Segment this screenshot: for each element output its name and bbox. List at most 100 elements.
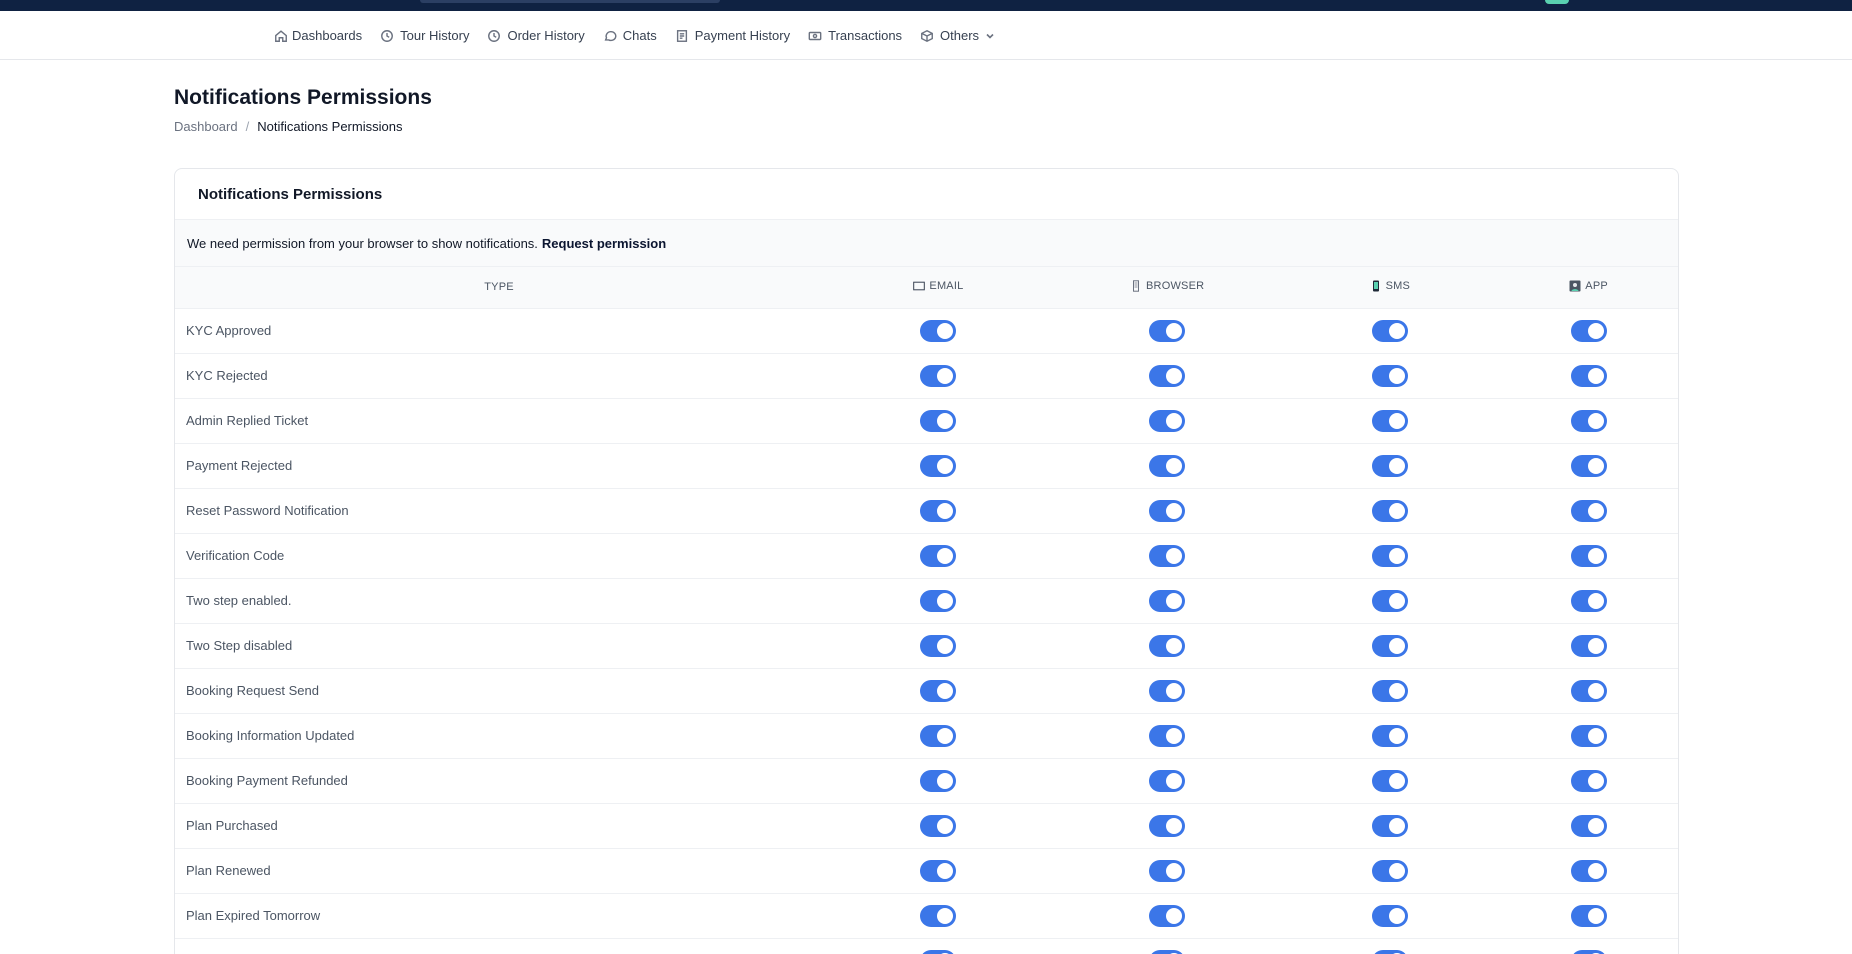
- app-toggle-switch[interactable]: [1570, 679, 1607, 702]
- browser-toggle-switch[interactable]: [1149, 634, 1186, 657]
- email-toggle-switch[interactable]: [920, 499, 957, 522]
- email-toggle-switch[interactable]: [920, 454, 957, 477]
- browser-toggle-switch[interactable]: [1149, 949, 1186, 954]
- email-toggle-switch[interactable]: [920, 904, 957, 927]
- email-toggle-switch[interactable]: [920, 319, 957, 342]
- browser-toggle-switch[interactable]: [1149, 724, 1186, 747]
- email-toggle-switch[interactable]: [920, 724, 957, 747]
- sms-toggle-switch[interactable]: [1371, 769, 1408, 792]
- table-row: Plan Expired: [175, 938, 1678, 954]
- email-toggle-switch[interactable]: [920, 769, 957, 792]
- nav-item-dashboards[interactable]: Dashboards: [274, 28, 362, 43]
- sms-toggle-switch[interactable]: [1371, 319, 1408, 342]
- email-toggle-switch[interactable]: [920, 634, 957, 657]
- sms-toggle-switch[interactable]: [1371, 949, 1408, 954]
- app-toggle-switch[interactable]: [1570, 364, 1607, 387]
- browser-cell: [1054, 353, 1281, 398]
- sms-toggle-switch[interactable]: [1371, 814, 1408, 837]
- sms-toggle-switch[interactable]: [1371, 859, 1408, 882]
- app-toggle-switch[interactable]: [1570, 454, 1607, 477]
- request-permission-link[interactable]: Request permission: [542, 236, 666, 251]
- app-toggle-switch[interactable]: [1570, 409, 1607, 432]
- browser-toggle-switch[interactable]: [1149, 769, 1186, 792]
- email-cell: [823, 353, 1054, 398]
- browser-toggle-switch[interactable]: [1149, 859, 1186, 882]
- nav-list: Dashboards Tour History Order History Ch…: [274, 11, 1013, 60]
- email-toggle-switch[interactable]: [920, 544, 957, 567]
- email-cell: [823, 803, 1054, 848]
- card-header: Notifications Permissions: [175, 169, 1678, 220]
- app-toggle-switch[interactable]: [1570, 904, 1607, 927]
- table-row: Booking Information Updated: [175, 713, 1678, 758]
- app-toggle-switch[interactable]: [1570, 589, 1607, 612]
- table-row: KYC Approved: [175, 308, 1678, 353]
- sms-toggle-switch[interactable]: [1371, 724, 1408, 747]
- table-row: KYC Rejected: [175, 353, 1678, 398]
- browser-cell: [1054, 578, 1281, 623]
- breadcrumb-dashboard-link[interactable]: Dashboard: [174, 119, 238, 134]
- nav-item-label: Payment History: [694, 28, 791, 43]
- nav-item-payment-history[interactable]: Payment History: [675, 28, 790, 43]
- email-toggle-switch[interactable]: [920, 814, 957, 837]
- nav-item-label: Chats: [622, 28, 657, 43]
- notification-type-label: Two Step disabled: [186, 638, 293, 653]
- browser-cell: [1054, 758, 1281, 803]
- app-cell: [1499, 803, 1678, 848]
- browser-toggle-switch[interactable]: [1149, 364, 1186, 387]
- browser-toggle-switch[interactable]: [1149, 904, 1186, 927]
- email-toggle-switch[interactable]: [920, 679, 957, 702]
- app-toggle-switch[interactable]: [1570, 814, 1607, 837]
- sms-toggle-switch[interactable]: [1371, 454, 1408, 477]
- browser-toggle-switch[interactable]: [1149, 454, 1186, 477]
- sms-toggle-switch[interactable]: [1371, 409, 1408, 432]
- browser-toggle-switch[interactable]: [1149, 409, 1186, 432]
- table-body: KYC Approved KYC Rejected Admin Replied Ti…: [175, 308, 1678, 954]
- app-toggle-switch[interactable]: [1570, 319, 1607, 342]
- mobile-phone-icon: [1372, 280, 1379, 292]
- search-bar-edge[interactable]: [420, 0, 720, 3]
- envelope-icon: [913, 281, 926, 291]
- app-toggle-switch[interactable]: [1570, 724, 1607, 747]
- sms-toggle-switch[interactable]: [1371, 499, 1408, 522]
- sms-toggle-switch[interactable]: [1371, 904, 1408, 927]
- app-cell: [1499, 758, 1678, 803]
- email-toggle-switch[interactable]: [920, 949, 957, 954]
- sms-toggle-switch[interactable]: [1371, 544, 1408, 567]
- sms-toggle-switch[interactable]: [1371, 634, 1408, 657]
- browser-toggle-switch[interactable]: [1149, 544, 1186, 567]
- app-toggle-switch[interactable]: [1570, 859, 1607, 882]
- avatar[interactable]: [1545, 0, 1569, 4]
- email-toggle-switch[interactable]: [920, 859, 957, 882]
- app-toggle-switch[interactable]: [1570, 499, 1607, 522]
- nav-item-others[interactable]: Others: [920, 28, 995, 43]
- browser-toggle-switch[interactable]: [1149, 499, 1186, 522]
- nav-item-transactions[interactable]: Transactions: [808, 28, 902, 43]
- table-row: Plan Expired Tomorrow: [175, 893, 1678, 938]
- nav-item-tour-history[interactable]: Tour History: [380, 28, 469, 43]
- email-toggle-switch[interactable]: [920, 589, 957, 612]
- sms-toggle-switch[interactable]: [1371, 679, 1408, 702]
- notifications-table: TYPE EMAIL BROWSER SMS APP KYC Approved K…: [175, 267, 1678, 954]
- browser-cell: [1054, 713, 1281, 758]
- browser-toggle-switch[interactable]: [1149, 814, 1186, 837]
- app-cell: [1499, 713, 1678, 758]
- sms-toggle-switch[interactable]: [1371, 589, 1408, 612]
- nav-item-chats[interactable]: Chats: [603, 28, 657, 43]
- notification-type-label: Two step enabled.: [186, 593, 292, 608]
- browser-cell: [1054, 308, 1281, 353]
- browser-toggle-switch[interactable]: [1149, 679, 1186, 702]
- email-cell: [823, 443, 1054, 488]
- notification-type-label: Plan Expired Tomorrow: [186, 908, 321, 923]
- chevron-down-icon: [986, 33, 994, 39]
- sms-toggle-switch[interactable]: [1371, 364, 1408, 387]
- browser-toggle-switch[interactable]: [1149, 589, 1186, 612]
- email-toggle-switch[interactable]: [920, 364, 957, 387]
- browser-toggle-switch[interactable]: [1149, 319, 1186, 342]
- app-toggle-switch[interactable]: [1570, 634, 1607, 657]
- sms-cell: [1281, 758, 1500, 803]
- app-toggle-switch[interactable]: [1570, 769, 1607, 792]
- app-toggle-switch[interactable]: [1570, 949, 1607, 954]
- email-toggle-switch[interactable]: [920, 409, 957, 432]
- nav-item-order-history[interactable]: Order History: [487, 28, 585, 43]
- app-toggle-switch[interactable]: [1570, 544, 1607, 567]
